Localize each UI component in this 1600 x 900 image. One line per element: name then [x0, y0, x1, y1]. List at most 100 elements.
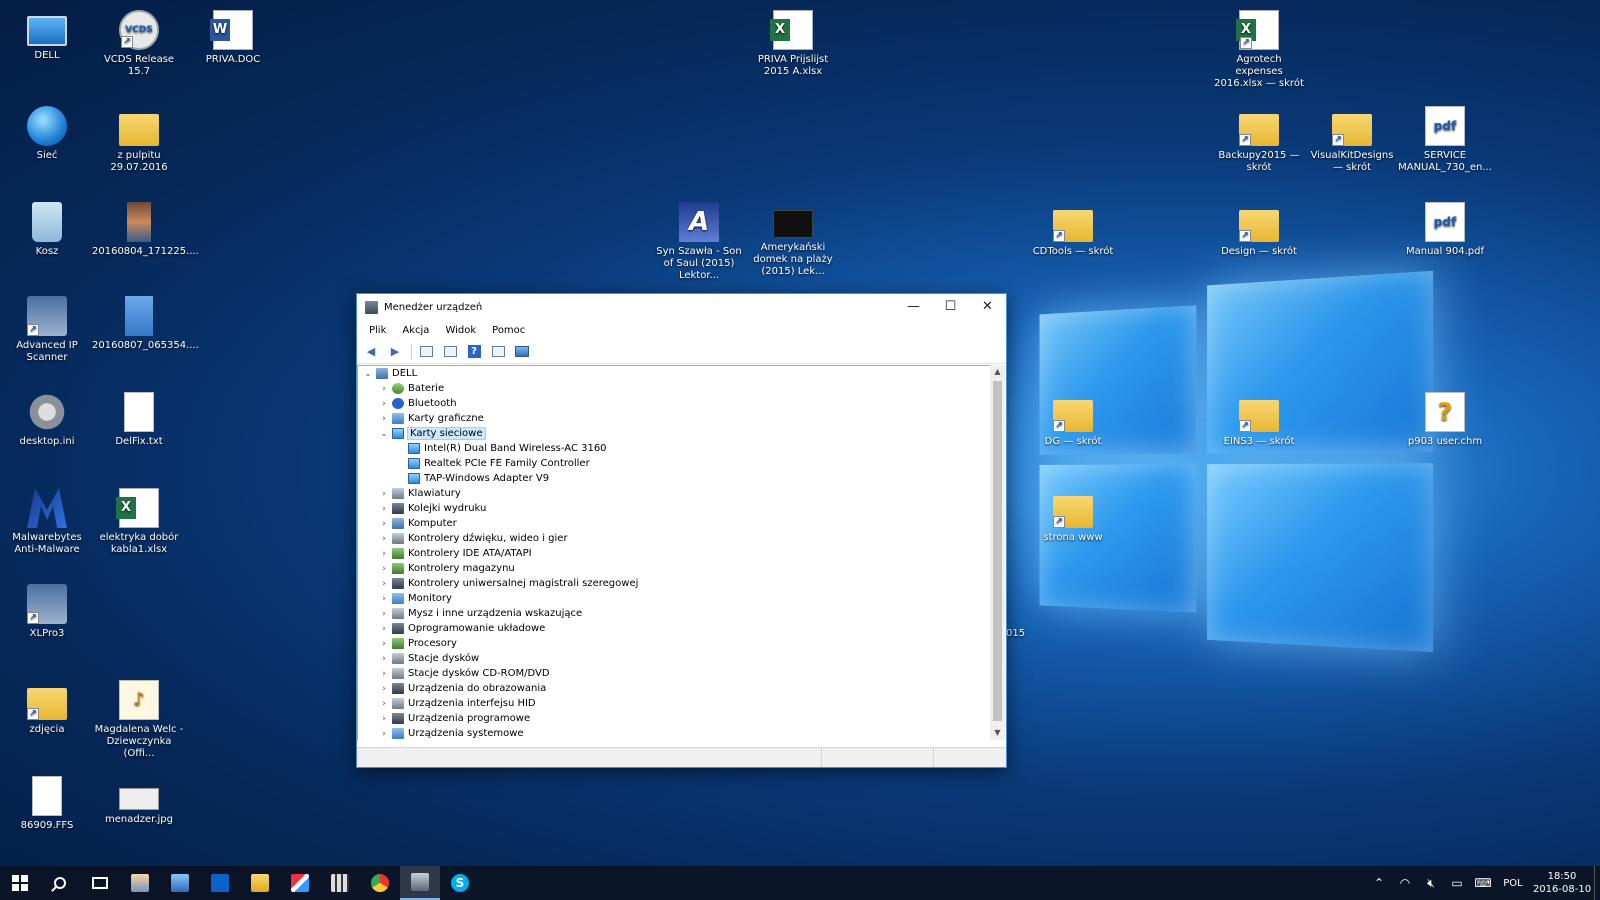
taskbar-user-app[interactable] [120, 866, 160, 900]
chevron-right-icon[interactable]: › [378, 699, 390, 709]
desktop-icon-delfix[interactable]: DelFix.txt [92, 386, 186, 448]
desktop-icon-design[interactable]: ↗ Design — skrót [1212, 196, 1306, 258]
menu-widok[interactable]: Widok [437, 325, 484, 336]
chevron-right-icon[interactable]: › [378, 624, 390, 634]
tree-category[interactable]: › Karty graficzne [358, 411, 991, 426]
taskbar-remote-desktop[interactable] [160, 866, 200, 900]
chevron-right-icon[interactable]: › [378, 504, 390, 514]
taskbar-file-explorer[interactable] [240, 866, 280, 900]
desktop-icon-priva-prijslijst[interactable]: PRIVA Prijslijst 2015 A.xlsx [746, 4, 840, 78]
desktop-icon-malwarebytes[interactable]: Malwarebytes Anti-Malware [0, 482, 94, 556]
tree-category[interactable]: › Procesory [358, 636, 991, 651]
desktop-icon-strona-www[interactable]: ↗ strona www [1026, 482, 1120, 544]
show-desktop-button[interactable] [1594, 866, 1600, 900]
chevron-right-icon[interactable]: › [378, 669, 390, 679]
desktop-icon-z-pulpitu[interactable]: z pulpitu 29.07.2016 [92, 100, 186, 174]
desktop-icon-manual-904[interactable]: pdf Manual 904.pdf [1398, 196, 1492, 258]
taskbar-device-manager[interactable] [400, 866, 440, 900]
tree-category[interactable]: › Kontrolery magazynu [358, 561, 991, 576]
tree-category[interactable]: › Urządzenia systemowe [358, 726, 991, 740]
tree-category[interactable]: › Urządzenia do obrazowania [358, 681, 991, 696]
desktop-icon-dell[interactable]: DELL [0, 4, 94, 62]
desktop-icon-86909-ffs[interactable]: 86909.FFS [0, 770, 94, 832]
desktop-icon-priva-doc[interactable]: PRIVA.DOC [186, 4, 280, 66]
list-icon[interactable] [440, 343, 460, 361]
chevron-right-icon[interactable]: › [378, 519, 390, 529]
tree-device[interactable]: TAP-Windows Adapter V9 [358, 471, 991, 486]
taskbar-outlook[interactable] [200, 866, 240, 900]
scroll-up-icon[interactable]: ▲ [990, 365, 1005, 379]
desktop-icon-p903-user[interactable]: ? p903 user.chm [1398, 386, 1492, 448]
menu-pomoc[interactable]: Pomoc [484, 325, 533, 336]
chevron-right-icon[interactable]: › [378, 714, 390, 724]
scan-hardware-icon[interactable] [512, 343, 532, 361]
desktop-icon-service-manual[interactable]: pdf SERVICE MANUAL_730_en... [1398, 100, 1492, 174]
back-icon[interactable]: ◀ [361, 343, 381, 361]
desktop-icon-magdalena-welc[interactable]: ♪ Magdalena Welc - Dziewczynka (Offi... [92, 674, 186, 760]
tree-category[interactable]: › Komputer [358, 516, 991, 531]
chevron-right-icon[interactable]: › [378, 579, 390, 589]
forward-icon[interactable]: ▶ [385, 343, 405, 361]
desktop-icon-siec[interactable]: Sieć [0, 100, 94, 162]
action-center-icon[interactable]: ▭ [1444, 876, 1470, 890]
desktop-icon-photo-20160804[interactable]: 20160804_171225.... [92, 196, 186, 258]
scroll-down-icon[interactable]: ▼ [990, 726, 1005, 740]
chevron-right-icon[interactable]: › [378, 654, 390, 664]
chevron-right-icon[interactable]: › [378, 534, 390, 544]
chevron-right-icon[interactable]: › [378, 489, 390, 499]
desktop-icon-amerykanski-domek[interactable]: Amerykański domek na plaży (2015) Lek... [746, 196, 840, 278]
tree-category[interactable]: › Urządzenia interfejsu HID [358, 696, 991, 711]
close-button[interactable]: ✕ [969, 294, 1006, 320]
taskbar-skype[interactable]: S [440, 866, 480, 900]
chevron-right-icon[interactable]: › [378, 384, 390, 394]
language-indicator[interactable]: POL [1496, 878, 1530, 889]
tree-device[interactable]: Realtek PCIe FE Family Controller [358, 456, 991, 471]
tree-category[interactable]: › Klawiatury [358, 486, 991, 501]
tree-category[interactable]: › Mysz i inne urządzenia wskazujące [358, 606, 991, 621]
clock[interactable]: 18:50 2016-08-10 [1530, 870, 1594, 896]
desktop-icon-kosz[interactable]: Kosz [0, 196, 94, 258]
minimize-button[interactable]: — [895, 294, 932, 320]
help-icon[interactable]: ? [464, 343, 484, 361]
volume-muted-icon[interactable]: 🔇︎ [1418, 876, 1444, 891]
desktop-icon-zdjecia[interactable]: ↗ zdjęcia [0, 674, 94, 736]
desktop-icon-elektryka[interactable]: elektryka dobór kabla1.xlsx [92, 482, 186, 556]
desktop-icon-advanced-ip-scanner[interactable]: ↗ Advanced IP Scanner [0, 290, 94, 364]
search-button[interactable] [40, 866, 80, 900]
desktop-icon-menadzer-jpg[interactable]: menadzer.jpg [92, 770, 186, 826]
desktop-icon-desktop-ini[interactable]: desktop.ini [0, 386, 94, 448]
chevron-right-icon[interactable]: › [378, 684, 390, 694]
title-bar[interactable]: Menedżer urządzeń — ☐ ✕ [357, 294, 1006, 320]
menu-akcja[interactable]: Akcja [394, 325, 437, 336]
properties-icon[interactable] [416, 343, 436, 361]
maximize-button[interactable]: ☐ [932, 294, 969, 320]
desktop-icon-image-20160807[interactable]: 20160807_065354.... [92, 290, 186, 352]
start-button[interactable] [0, 866, 40, 900]
chevron-down-icon[interactable]: ⌄ [362, 369, 374, 379]
tree-category[interactable]: ⌄ Karty sieciowe [358, 426, 991, 441]
chevron-right-icon[interactable]: › [378, 594, 390, 604]
taskbar-calculator[interactable] [320, 866, 360, 900]
device-manager-window[interactable]: Menedżer urządzeń — ☐ ✕ Plik Akcja Widok… [356, 293, 1007, 768]
tree-category[interactable]: › Kontrolery dźwięku, wideo i gier [358, 531, 991, 546]
tree-root[interactable]: ⌄ DELL [358, 366, 991, 381]
chevron-right-icon[interactable]: › [378, 414, 390, 424]
wifi-icon[interactable]: ◠ [1392, 876, 1418, 890]
tree-category[interactable]: › Oprogramowanie układowe [358, 621, 991, 636]
keyboard-icon[interactable]: ⌨ [1470, 876, 1496, 890]
tree-category[interactable]: › Baterie [358, 381, 991, 396]
chevron-up-icon[interactable]: ⌃ [1366, 876, 1392, 890]
chevron-down-icon[interactable]: ⌄ [378, 429, 390, 439]
tree-device[interactable]: Intel(R) Dual Band Wireless-AC 3160 [358, 441, 991, 456]
desktop-icon-eins3[interactable]: ↗ EINS3 — skrót [1212, 386, 1306, 448]
tree-category[interactable]: › Stacje dysków [358, 651, 991, 666]
tree-category[interactable]: › Urządzenia programowe [358, 711, 991, 726]
scrollbar-thumb[interactable] [993, 381, 1002, 721]
update-driver-icon[interactable] [488, 343, 508, 361]
chevron-right-icon[interactable]: › [378, 549, 390, 559]
desktop-icon-backupy2015[interactable]: ↗ Backupy2015 — skrót [1212, 100, 1306, 174]
tree-category[interactable]: › Monitory [358, 591, 991, 606]
desktop-icon-visualkitdesigns[interactable]: ↗ VisualKitDesigns — skrót [1305, 100, 1399, 174]
desktop-icon-cdtools[interactable]: ↗ CDTools — skrót [1026, 196, 1120, 258]
task-view-button[interactable] [80, 866, 120, 900]
